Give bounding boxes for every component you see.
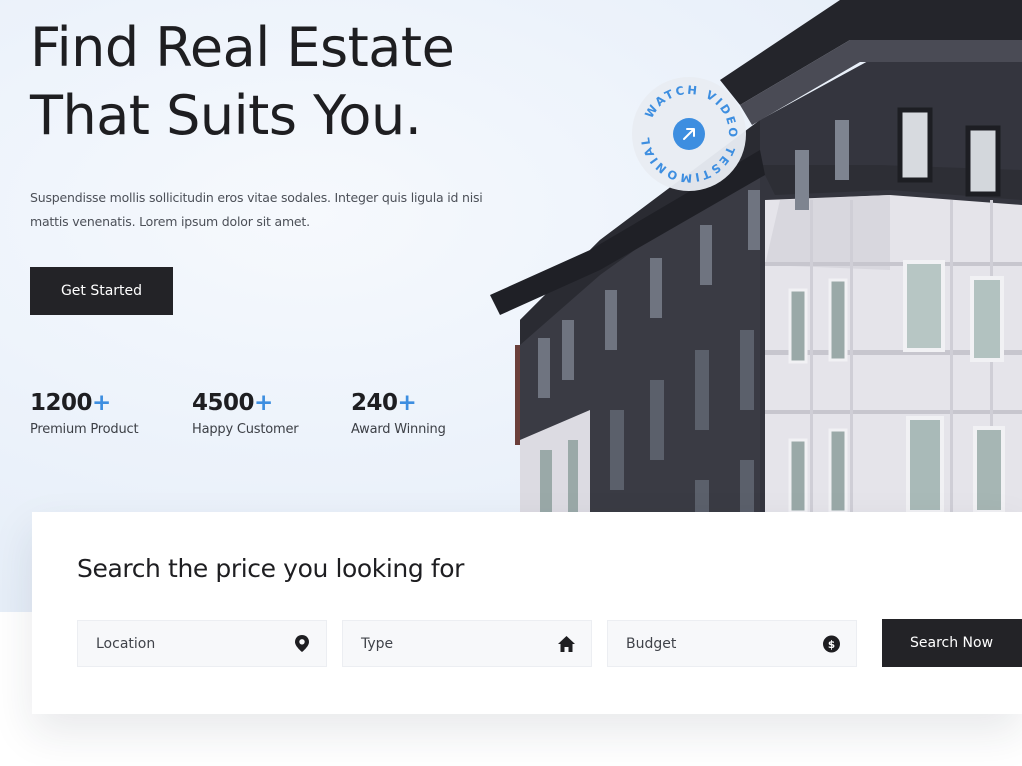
budget-field[interactable]: Budget $ bbox=[607, 620, 857, 667]
stat-premium-product: 1200+ Premium Product bbox=[30, 388, 139, 437]
stat-award-winning: 240+ Award Winning bbox=[351, 388, 446, 437]
stat-value: 240+ bbox=[351, 388, 446, 418]
stat-label: Premium Product bbox=[30, 422, 139, 437]
price-search-panel: Search the price you looking for Locatio… bbox=[32, 512, 1022, 714]
hero-description: Suspendisse mollis sollicitudin eros vit… bbox=[30, 190, 483, 229]
home-icon bbox=[558, 635, 575, 652]
search-now-button[interactable]: Search Now bbox=[882, 619, 1022, 667]
stat-happy-customer: 4500+ Happy Customer bbox=[192, 388, 299, 437]
type-field[interactable]: Type bbox=[342, 620, 592, 667]
arrow-up-right-icon[interactable] bbox=[673, 118, 705, 150]
stat-plus: + bbox=[254, 390, 273, 416]
hero-title: Find Real Estate That Suits You. bbox=[30, 14, 550, 150]
budget-label: Budget bbox=[626, 635, 677, 652]
hero-title-line1: Find Real Estate bbox=[30, 16, 455, 79]
svg-text:$: $ bbox=[828, 638, 835, 650]
stat-number: 4500 bbox=[192, 390, 255, 416]
stat-plus: + bbox=[397, 390, 417, 416]
stat-label: Award Winning bbox=[351, 422, 446, 437]
building-image bbox=[490, 0, 1022, 512]
stat-label: Happy Customer bbox=[192, 422, 299, 437]
stat-number: 240 bbox=[351, 390, 398, 416]
type-label: Type bbox=[361, 635, 394, 652]
location-label: Location bbox=[96, 635, 156, 652]
location-pin-icon bbox=[293, 635, 310, 652]
search-title: Search the price you looking for bbox=[77, 554, 465, 583]
stat-value: 4500+ bbox=[192, 388, 298, 418]
video-testimonial-badge[interactable]: WATCH VIDEO TESTIMONIAL bbox=[631, 76, 747, 192]
location-field[interactable]: Location bbox=[77, 620, 327, 667]
stat-plus: + bbox=[92, 390, 111, 416]
dollar-coin-icon: $ bbox=[823, 635, 840, 652]
hero-title-line2: That Suits You. bbox=[30, 84, 422, 147]
stat-value: 1200+ bbox=[30, 388, 138, 418]
stat-number: 1200 bbox=[30, 390, 93, 416]
get-started-button[interactable]: Get Started bbox=[30, 267, 173, 315]
